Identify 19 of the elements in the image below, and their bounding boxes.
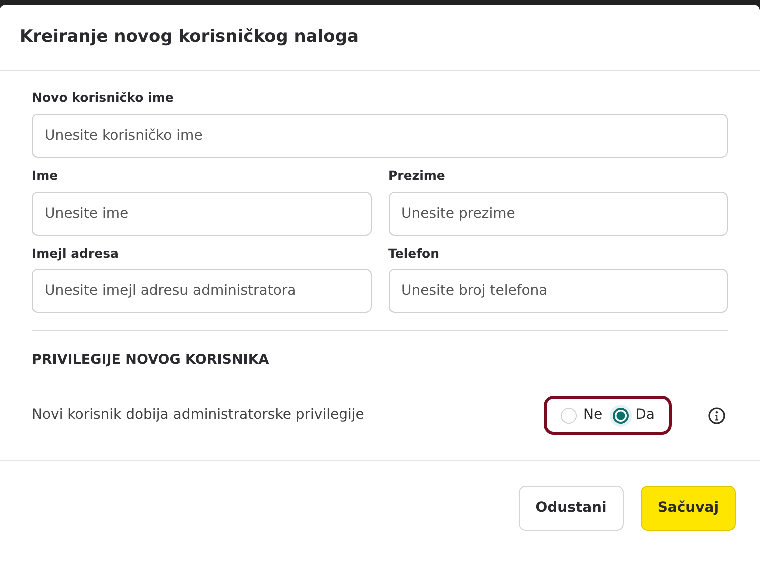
input-field[interactable]: Unesite broj telefona <box>388 269 728 314</box>
info-icon[interactable] <box>708 406 726 424</box>
section-heading: PRIVILEGIJE NOVOG KORISNIKA <box>32 351 270 370</box>
radio-button[interactable] <box>612 408 629 424</box>
field-label: Imejl adresa <box>32 244 120 263</box>
field-label: Prezime <box>388 166 446 185</box>
cancel-button[interactable]: Odustani <box>518 486 624 530</box>
field-label: Ime <box>32 166 60 185</box>
input-field[interactable]: Unesite korisničko ime <box>32 114 728 158</box>
radio-option[interactable]: Da <box>612 405 655 426</box>
dialog-title: Kreiranje novog korisničkog naloga <box>20 27 359 48</box>
save-button[interactable]: Sačuvaj <box>640 486 736 530</box>
input-field[interactable]: Unesite ime <box>32 192 372 236</box>
radio-option[interactable]: Ne <box>560 405 603 426</box>
input-field[interactable]: Unesite prezime <box>388 192 728 236</box>
question-text: Novi korisnik dobija administratorske privilegije <box>32 406 366 425</box>
field-label: Telefon <box>388 244 441 262</box>
input-field[interactable]: Unesite imejl adresu administratora <box>32 269 372 314</box>
field-label: Novo korisničko ime <box>32 89 175 107</box>
